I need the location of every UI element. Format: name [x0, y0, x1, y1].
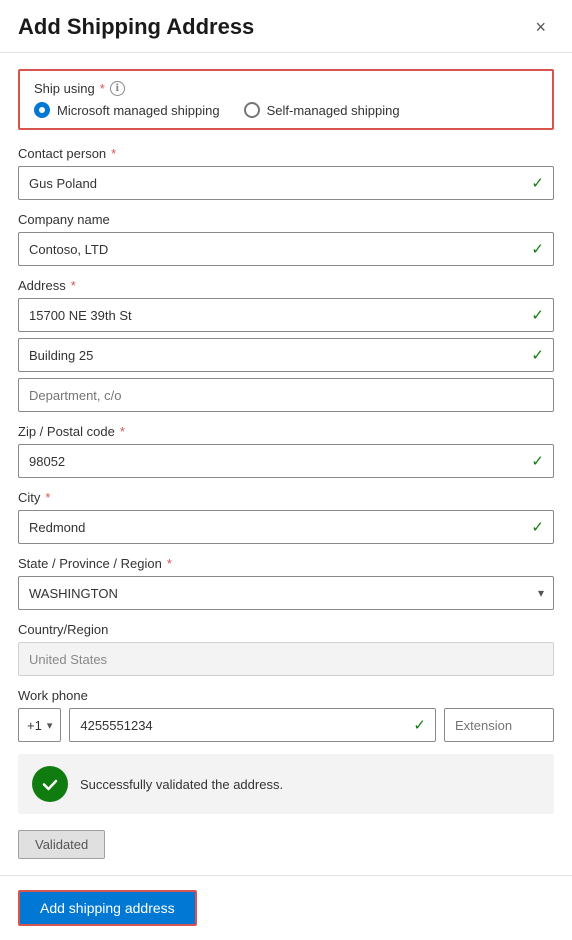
address-line3-wrapper	[18, 378, 554, 412]
state-select-wrapper: WASHINGTON CALIFORNIA NEW YORK TEXAS ▾	[18, 576, 554, 610]
close-button[interactable]: ×	[527, 14, 554, 40]
required-indicator: *	[120, 424, 125, 439]
address-line1-input[interactable]	[18, 298, 554, 332]
company-name-check-icon: ✓	[531, 240, 544, 258]
radio-microsoft-circle	[34, 102, 50, 118]
contact-person-check-icon: ✓	[531, 174, 544, 192]
country-field: Country/Region	[18, 622, 554, 676]
validation-banner: Successfully validated the address.	[18, 754, 554, 814]
radio-microsoft[interactable]: Microsoft managed shipping	[34, 102, 220, 118]
required-indicator: *	[111, 146, 116, 161]
city-input[interactable]	[18, 510, 554, 544]
validation-message: Successfully validated the address.	[80, 777, 283, 792]
ship-using-label: Ship using * ℹ	[34, 81, 538, 96]
city-field: City * ✓	[18, 490, 554, 544]
phone-row: +1 ▾ ✓	[18, 708, 554, 742]
state-field: State / Province / Region * WASHINGTON C…	[18, 556, 554, 610]
contact-person-input[interactable]	[18, 166, 554, 200]
radio-self[interactable]: Self-managed shipping	[244, 102, 400, 118]
company-name-input-wrapper: ✓	[18, 232, 554, 266]
country-code-text: +1	[27, 718, 42, 733]
add-shipping-address-button[interactable]: Add shipping address	[18, 890, 197, 926]
phone-number-wrapper: ✓	[69, 708, 436, 742]
ship-using-section: Ship using * ℹ Microsoft managed shippin…	[18, 69, 554, 130]
info-icon[interactable]: ℹ	[110, 81, 125, 96]
phone-number-input[interactable]	[69, 708, 436, 742]
state-select[interactable]: WASHINGTON CALIFORNIA NEW YORK TEXAS	[18, 576, 554, 610]
zip-input-wrapper: ✓	[18, 444, 554, 478]
modal-title: Add Shipping Address	[18, 14, 254, 40]
contact-person-field: Contact person * ✓	[18, 146, 554, 200]
company-name-field: Company name ✓	[18, 212, 554, 266]
country-code-arrow: ▾	[47, 719, 53, 732]
radio-microsoft-label: Microsoft managed shipping	[57, 103, 220, 118]
phone-country-code[interactable]: +1 ▾	[18, 708, 61, 742]
contact-person-input-wrapper: ✓	[18, 166, 554, 200]
checkmark-svg	[40, 774, 60, 794]
state-label: State / Province / Region *	[18, 556, 554, 571]
validated-button[interactable]: Validated	[18, 830, 105, 859]
modal-header: Add Shipping Address ×	[0, 0, 572, 53]
address-label: Address *	[18, 278, 554, 293]
address-field: Address * ✓ ✓	[18, 278, 554, 412]
add-shipping-address-modal: Add Shipping Address × Ship using * ℹ Mi…	[0, 0, 572, 940]
radio-self-label: Self-managed shipping	[267, 103, 400, 118]
required-indicator: *	[167, 556, 172, 571]
address-line1-check-icon: ✓	[531, 306, 544, 324]
zip-input[interactable]	[18, 444, 554, 478]
radio-self-circle	[244, 102, 260, 118]
work-phone-field: Work phone +1 ▾ ✓	[18, 688, 554, 742]
country-label: Country/Region	[18, 622, 554, 637]
city-check-icon: ✓	[531, 518, 544, 536]
country-input	[18, 642, 554, 676]
zip-check-icon: ✓	[531, 452, 544, 470]
required-indicator: *	[71, 278, 76, 293]
address-line2-check-icon: ✓	[531, 346, 544, 364]
modal-body: Ship using * ℹ Microsoft managed shippin…	[0, 53, 572, 875]
extension-input[interactable]	[444, 708, 554, 742]
contact-person-label: Contact person *	[18, 146, 554, 161]
address-line2-wrapper: ✓	[18, 338, 554, 372]
required-indicator: *	[100, 81, 105, 96]
required-indicator: *	[45, 490, 50, 505]
zip-label: Zip / Postal code *	[18, 424, 554, 439]
country-input-wrapper	[18, 642, 554, 676]
ship-using-radio-group: Microsoft managed shipping Self-managed …	[34, 102, 538, 118]
zip-field: Zip / Postal code * ✓	[18, 424, 554, 478]
phone-check-icon: ✓	[413, 716, 426, 734]
address-line2-input[interactable]	[18, 338, 554, 372]
validation-success-icon	[32, 766, 68, 802]
modal-footer: Add shipping address	[0, 875, 572, 940]
company-name-label: Company name	[18, 212, 554, 227]
city-input-wrapper: ✓	[18, 510, 554, 544]
work-phone-label: Work phone	[18, 688, 554, 703]
address-line3-input[interactable]	[18, 378, 554, 412]
company-name-input[interactable]	[18, 232, 554, 266]
city-label: City *	[18, 490, 554, 505]
address-line1-wrapper: ✓	[18, 298, 554, 332]
